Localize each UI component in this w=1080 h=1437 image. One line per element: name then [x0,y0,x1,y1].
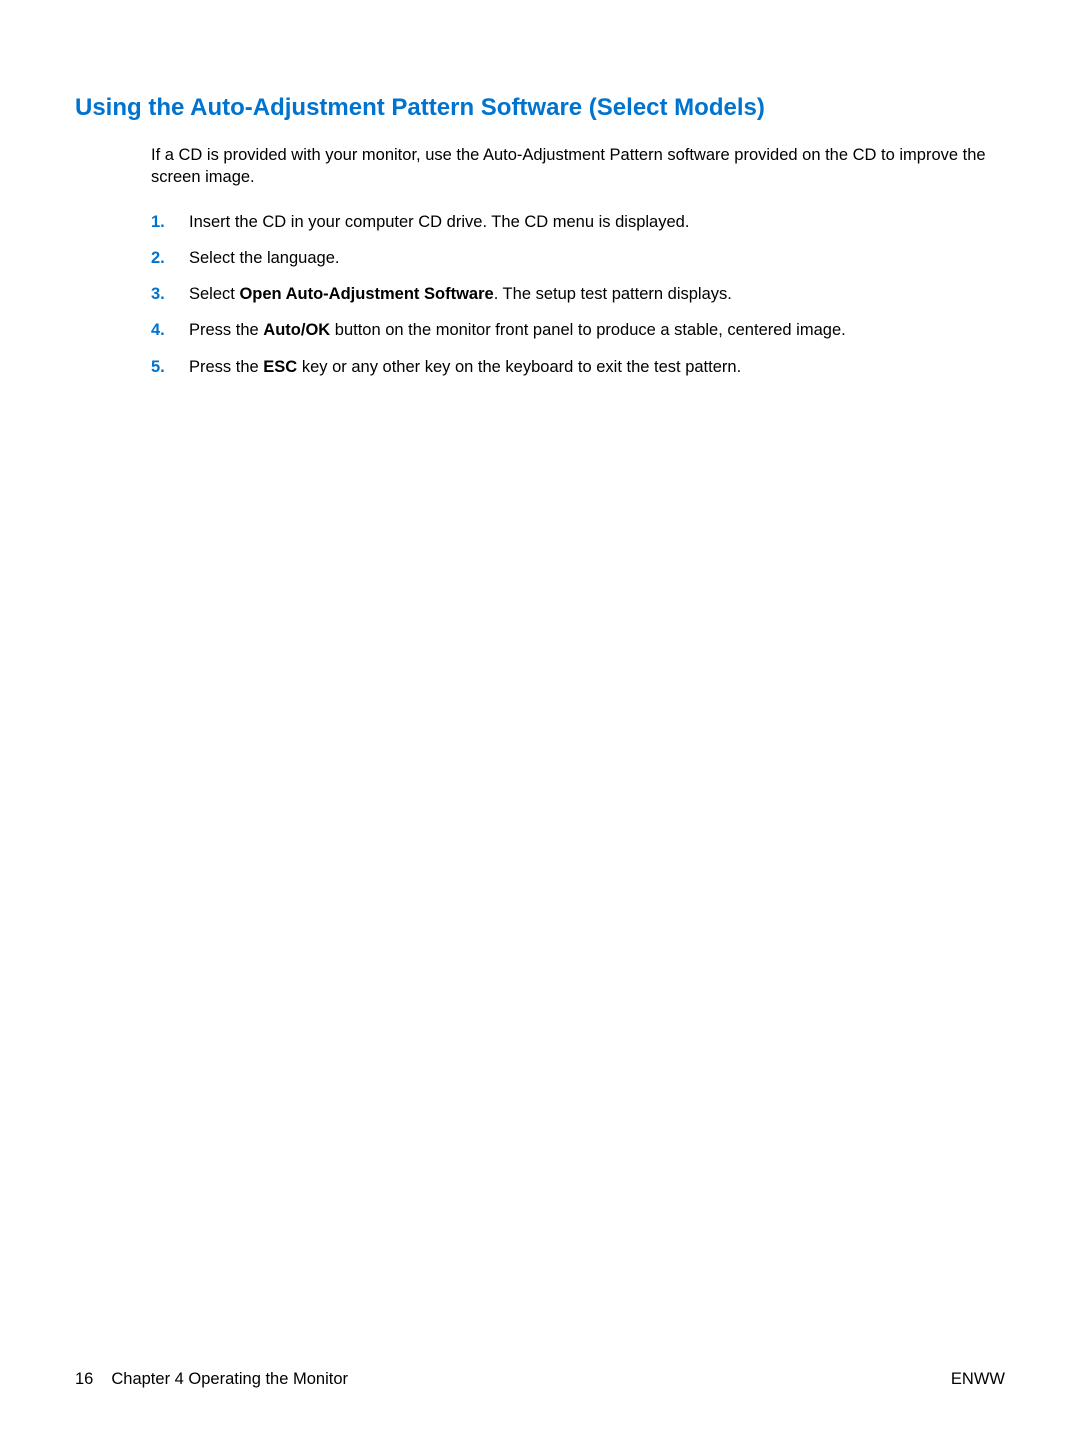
step-number: 4. [151,319,169,341]
page-footer: 16 Chapter 4 Operating the Monitor ENWW [75,1370,1005,1389]
footer-right: ENWW [951,1370,1005,1389]
step-item: 4. Press the Auto/OK button on the monito… [151,319,1005,341]
page-content: Using the Auto-Adjustment Pattern Softwa… [0,0,1080,378]
step-text: Select Open Auto-Adjustment Software. Th… [189,283,1005,305]
footer-left: 16 Chapter 4 Operating the Monitor [75,1370,348,1389]
step-number: 3. [151,283,169,305]
chapter-label: Chapter 4 Operating the Monitor [111,1370,348,1389]
step-item: 2. Select the language. [151,247,1005,269]
section-heading: Using the Auto-Adjustment Pattern Softwa… [75,94,1005,122]
step-number: 1. [151,211,169,233]
step-text: Select the language. [189,247,1005,269]
step-text: Insert the CD in your computer CD drive.… [189,211,1005,233]
intro-paragraph: If a CD is provided with your monitor, u… [151,144,1001,189]
page-number: 16 [75,1370,93,1389]
step-number: 5. [151,356,169,378]
step-item: 5. Press the ESC key or any other key on … [151,356,1005,378]
steps-list: 1. Insert the CD in your computer CD driv… [151,211,1005,378]
step-text: Press the ESC key or any other key on th… [189,356,1005,378]
step-item: 3. Select Open Auto-Adjustment Software. … [151,283,1005,305]
step-number: 2. [151,247,169,269]
step-item: 1. Insert the CD in your computer CD driv… [151,211,1005,233]
step-text: Press the Auto/OK button on the monitor … [189,319,1005,341]
